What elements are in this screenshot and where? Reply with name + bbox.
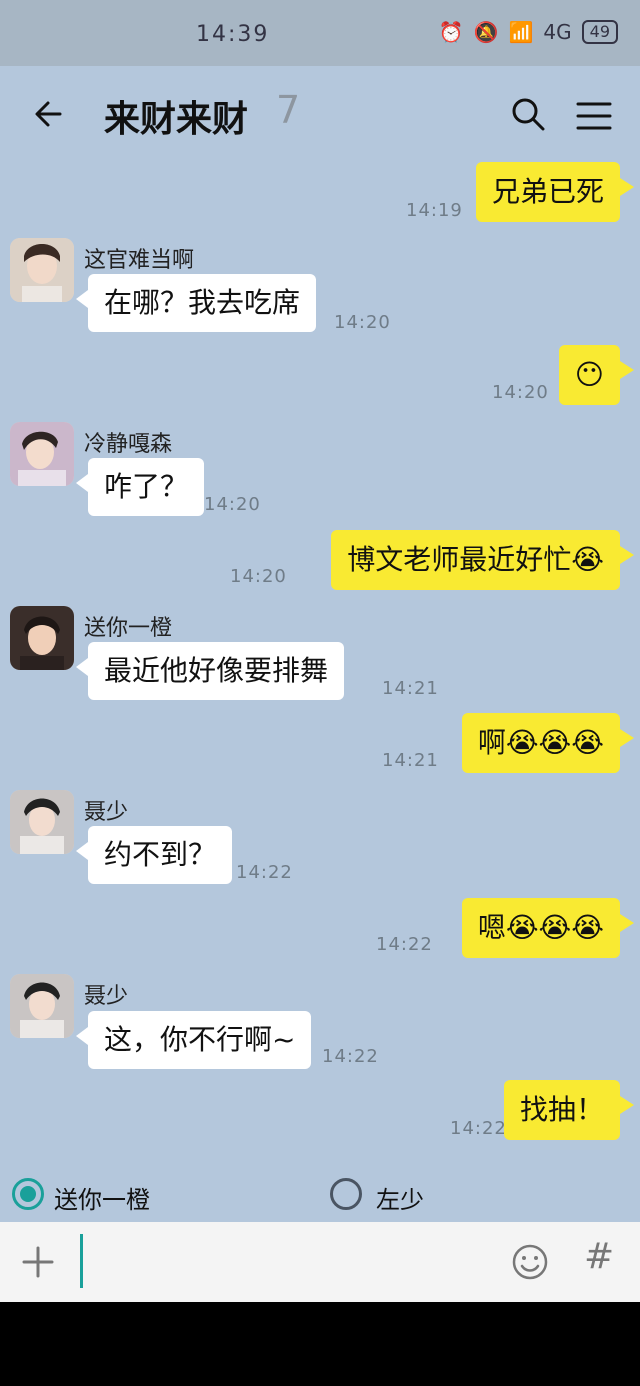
message-bubble[interactable]: 这，你不行啊~ xyxy=(75,1011,312,1069)
avatar[interactable] xyxy=(10,238,74,302)
choice-bar: 送你一橙 左少 xyxy=(0,1166,640,1222)
menu-icon[interactable] xyxy=(574,96,614,136)
chat-header: 来财来财 7 xyxy=(0,66,640,162)
alarm-icon: ⏰ xyxy=(438,20,464,44)
message-time: 14:21 xyxy=(382,678,439,699)
message-time: 14:22 xyxy=(450,1118,507,1139)
hashtag-icon[interactable]: # xyxy=(584,1236,614,1277)
message-time: 14:21 xyxy=(382,750,439,771)
sender-name: 聂少 xyxy=(84,800,129,825)
message-time: 14:22 xyxy=(322,1046,379,1067)
status-icons: ⏰ 🔕 📶 4G 49 xyxy=(439,20,618,44)
sender-name: 送你一橙 xyxy=(84,616,173,641)
avatar[interactable] xyxy=(10,606,74,670)
message-time: 14:20 xyxy=(492,382,549,403)
member-count: 7 xyxy=(276,88,301,132)
sender-name: 冷静嘎森 xyxy=(84,432,173,457)
text-input[interactable] xyxy=(80,1234,83,1288)
plus-icon[interactable] xyxy=(18,1242,58,1282)
radio-selected-dot xyxy=(20,1186,36,1202)
message-time: 14:20 xyxy=(204,494,261,515)
message-bubble[interactable]: 咋了？ xyxy=(75,458,205,516)
radio-option[interactable] xyxy=(12,1178,44,1210)
message-bubble[interactable]: 嗯😭😭😭 xyxy=(461,898,635,958)
avatar[interactable] xyxy=(10,422,74,486)
network-label: 4G xyxy=(543,20,572,44)
battery-icon: 49 xyxy=(581,20,618,44)
message-bubble[interactable]: 博文老师最近好忙😭 xyxy=(331,530,634,590)
status-time: 14:39 xyxy=(196,22,270,47)
status-bar: 14:39 ⏰ 🔕 📶 4G 49 xyxy=(0,0,640,66)
sender-name: 这官难当啊 xyxy=(84,248,195,273)
search-icon[interactable] xyxy=(508,94,548,134)
message-time: 14:19 xyxy=(406,200,463,221)
mute-icon: 🔕 xyxy=(473,20,499,44)
message-bubble[interactable]: 约不到？ xyxy=(75,826,233,884)
avatar[interactable] xyxy=(10,974,74,1038)
message-bubble[interactable]: 最近他好像要排舞 xyxy=(75,642,345,700)
chat-title: 来财来财 xyxy=(104,99,249,140)
back-arrow-icon[interactable] xyxy=(30,94,70,134)
wifi-icon: 📶 xyxy=(508,20,534,44)
message-time: 14:20 xyxy=(334,312,391,333)
message-time: 14:20 xyxy=(230,566,287,587)
nav-bar-area xyxy=(0,1302,640,1386)
emoji-icon[interactable] xyxy=(510,1242,550,1282)
message-bubble[interactable]: 在哪？我去吃席 xyxy=(75,274,317,332)
choice-label[interactable]: 送你一橙 xyxy=(54,1180,150,1215)
message-time: 14:22 xyxy=(376,934,433,955)
message-time: 14:22 xyxy=(236,862,293,883)
message-bubble[interactable]: 找抽！ xyxy=(503,1080,635,1140)
input-bar: # xyxy=(0,1222,640,1302)
message-bubble[interactable]: 啊😭😭😭 xyxy=(461,713,635,773)
message-bubble[interactable]: 兄弟已死 xyxy=(475,162,635,222)
radio-option[interactable] xyxy=(330,1178,362,1210)
choice-label[interactable]: 左少 xyxy=(376,1180,424,1215)
sender-name: 聂少 xyxy=(84,984,129,1009)
message-bubble[interactable]: 😶 xyxy=(558,345,635,405)
avatar[interactable] xyxy=(10,790,74,854)
